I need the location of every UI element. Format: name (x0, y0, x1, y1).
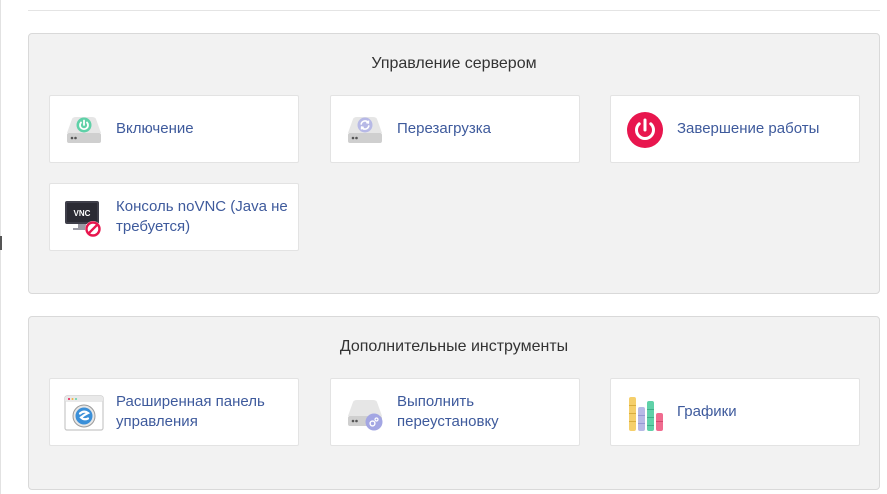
vnc-console-button[interactable]: VNC Консоль noVNC (Java не требуется) (49, 183, 299, 251)
reinstall-label: Выполнить переустановку (397, 393, 499, 430)
vnc-icon-text: VNC (74, 209, 91, 218)
shutdown-label: Завершение работы (677, 120, 820, 137)
graphs-button[interactable]: Графики (610, 378, 860, 446)
power-on-label: Включение (116, 120, 194, 137)
shutdown-icon (625, 110, 665, 150)
server-management-panel: Управление сервером Включение Перезагруз… (28, 33, 880, 294)
control-panel-icon (64, 393, 104, 433)
graphs-label: Графики (677, 403, 737, 420)
server-restart-icon (345, 110, 385, 150)
reinstall-button[interactable]: Выполнить переустановку (330, 378, 580, 446)
top-divider (28, 10, 880, 11)
extra-tools-panel: Дополнительные инструменты Расширенная п… (28, 316, 880, 490)
left-edge-marker (0, 236, 2, 250)
extra-tools-title: Дополнительные инструменты (339, 338, 569, 355)
reinstall-icon (345, 393, 385, 433)
restart-button[interactable]: Перезагрузка (330, 95, 580, 163)
vnc-console-label: Консоль noVNC (Java не требуется) (116, 198, 288, 235)
power-on-button[interactable]: Включение (49, 95, 299, 163)
graphs-icon (625, 393, 665, 433)
server-management-title: Управление сервером (371, 55, 537, 72)
shutdown-button[interactable]: Завершение работы (610, 95, 860, 163)
server-power-on-icon (64, 110, 104, 150)
control-panel-button[interactable]: Расширенная панель управления (49, 378, 299, 446)
vnc-console-icon: VNC (64, 198, 104, 238)
restart-label: Перезагрузка (397, 120, 491, 137)
control-panel-label: Расширенная панель управления (116, 393, 265, 430)
